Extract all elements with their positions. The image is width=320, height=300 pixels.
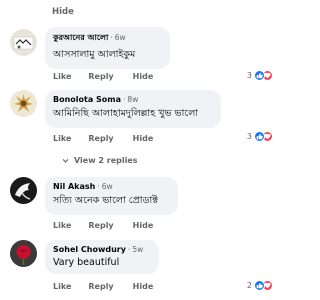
comment-actions: Like Reply Hide [53, 282, 153, 291]
separator-dot: · [127, 245, 131, 254]
reaction-summary[interactable]: 3 [247, 131, 273, 142]
comment-time[interactable]: 6w [102, 182, 113, 191]
comment-bubble: কুরআনের আলো · 6w আসসালামু আলাইকুম [45, 27, 170, 69]
reaction-count: 3 [246, 71, 252, 80]
view-replies-label: View 2 replies [74, 156, 138, 165]
reaction-count: 3 [246, 132, 252, 141]
comment-actions: Like Reply Hide [53, 134, 153, 143]
comment-author[interactable]: Nil Akash [53, 182, 95, 191]
comment-text: Vary beautiful [53, 257, 120, 268]
comment-author[interactable]: কুরআনের আলো [53, 32, 108, 45]
avatar-image [10, 29, 37, 56]
like-button[interactable]: Like [53, 221, 71, 230]
like-reaction-icon [254, 280, 265, 291]
hide-link-top[interactable]: Hide [52, 7, 74, 17]
reaction-count: 2 [246, 281, 252, 290]
avatar[interactable] [10, 240, 37, 267]
comment-time[interactable]: 5w [132, 245, 143, 254]
comment-author[interactable]: Sohel Chowdury [53, 245, 126, 254]
comment-bubble: Nil Akash · 6w সত্যি অনেক ভালো প্রোডাক্ট [45, 177, 178, 215]
comment-author[interactable]: Bonolota Soma [53, 95, 121, 104]
hide-button[interactable]: Hide [133, 134, 154, 143]
comment-time[interactable]: 6w [115, 33, 126, 42]
avatar-image [10, 240, 37, 267]
like-button[interactable]: Like [53, 134, 71, 143]
reply-button[interactable]: Reply [88, 221, 113, 230]
avatar[interactable] [10, 90, 37, 117]
avatar[interactable] [10, 177, 37, 204]
reaction-summary[interactable]: 2 [247, 280, 273, 291]
comment-text: আসসালামু আলাইকুম [53, 49, 136, 60]
reply-button[interactable]: Reply [88, 72, 113, 81]
like-button[interactable]: Like [53, 282, 71, 291]
separator-dot: · [123, 95, 126, 104]
comment-actions: Like Reply Hide [53, 72, 153, 81]
comment-text: সত্যি অনেক ভালো প্রোডাক্ট [53, 195, 158, 206]
reaction-summary[interactable]: 3 [247, 70, 273, 81]
chevron-down-icon [62, 159, 69, 163]
reply-button[interactable]: Reply [88, 134, 113, 143]
view-replies-button[interactable]: View 2 replies [62, 156, 138, 165]
like-button[interactable]: Like [53, 72, 71, 81]
separator-dot: · [110, 33, 113, 42]
like-reaction-icon [254, 70, 265, 81]
like-reaction-icon [254, 131, 265, 142]
separator-dot: · [97, 182, 100, 191]
avatar[interactable] [10, 29, 37, 56]
hide-button[interactable]: Hide [133, 282, 154, 291]
comment-bubble: Bonolota Soma · 8w আমিনিছি আলাহামদুলিল্ল… [45, 90, 221, 128]
avatar-image [10, 177, 37, 204]
comment-actions: Like Reply Hide [53, 221, 153, 230]
comment-text: আমিনিছি আলাহামদুলিল্লাহ খুভ ভালো [53, 108, 199, 119]
comment-bubble: Sohel Chowdury · 5w Vary beautiful [45, 240, 159, 274]
hide-button[interactable]: Hide [133, 72, 154, 81]
avatar-image [10, 90, 37, 117]
hide-button[interactable]: Hide [133, 221, 154, 230]
reply-button[interactable]: Reply [88, 282, 113, 291]
comment-time[interactable]: 8w [127, 95, 138, 104]
